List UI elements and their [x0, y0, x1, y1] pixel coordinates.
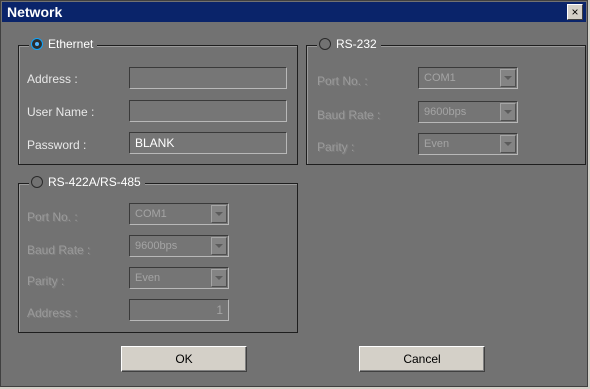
- rs422-legend[interactable]: RS-422A/RS-485: [29, 175, 145, 189]
- window-title: Network: [7, 4, 63, 20]
- rs232-parity-label: Parity :: [317, 140, 355, 154]
- rs422-baud-value: 9600bps: [135, 240, 178, 252]
- rs232-parity-select[interactable]: Even: [418, 133, 518, 155]
- ethernet-address-field[interactable]: [129, 67, 287, 89]
- title-bar: Network ×: [2, 2, 586, 22]
- rs232-radio[interactable]: [319, 38, 331, 50]
- close-icon: ×: [571, 5, 579, 19]
- ethernet-label: Ethernet: [48, 37, 94, 51]
- rs422-address-label: Address :: [27, 306, 78, 320]
- ethernet-user-field[interactable]: [129, 100, 287, 122]
- ethernet-radio[interactable]: [31, 38, 43, 50]
- rs422-parity-select[interactable]: Even: [129, 267, 229, 289]
- rs422-port-label: Port No. :: [27, 210, 78, 224]
- rs232-label: RS-232: [336, 37, 377, 51]
- rs422-port-select[interactable]: COM1: [129, 203, 229, 225]
- rs232-port-select[interactable]: COM1: [418, 67, 518, 89]
- rs422-radio[interactable]: [31, 176, 43, 188]
- ethernet-user-label: User Name :: [27, 105, 95, 119]
- rs232-baud-select[interactable]: 9600bps: [418, 101, 518, 123]
- rs232-baud-label: Baud Rate :: [317, 108, 381, 122]
- rs232-port-label: Port No. :: [317, 74, 368, 88]
- ethernet-password-field[interactable]: BLANK: [129, 132, 287, 154]
- chevron-down-icon[interactable]: [500, 135, 516, 153]
- chevron-down-icon[interactable]: [211, 269, 227, 287]
- rs422-baud-label: Baud Rate :: [27, 243, 91, 257]
- rs422-label: RS-422A/RS-485: [48, 175, 141, 189]
- rs422-parity-value: Even: [135, 272, 161, 284]
- rs232-legend[interactable]: RS-232: [317, 37, 381, 51]
- chevron-down-icon[interactable]: [211, 205, 227, 223]
- rs232-port-value: COM1: [424, 72, 456, 84]
- ethernet-legend[interactable]: Ethernet: [29, 37, 98, 51]
- chevron-down-icon[interactable]: [211, 237, 227, 255]
- rs232-baud-value: 9600bps: [424, 106, 467, 118]
- cancel-button[interactable]: Cancel: [359, 346, 485, 372]
- chevron-down-icon[interactable]: [500, 69, 516, 87]
- close-button[interactable]: ×: [567, 4, 583, 20]
- rs422-baud-select[interactable]: 9600bps: [129, 235, 229, 257]
- rs422-parity-label: Parity :: [27, 274, 65, 288]
- ethernet-password-label: Password :: [27, 138, 87, 152]
- chevron-down-icon[interactable]: [500, 103, 516, 121]
- rs232-parity-value: Even: [424, 138, 450, 150]
- rs422-address-field[interactable]: 1: [129, 299, 229, 321]
- network-dialog: Network × Ethernet Address : User Name :…: [0, 0, 588, 387]
- rs422-port-value: COM1: [135, 208, 167, 220]
- ethernet-address-label: Address :: [27, 72, 78, 86]
- ok-button[interactable]: OK: [121, 346, 247, 372]
